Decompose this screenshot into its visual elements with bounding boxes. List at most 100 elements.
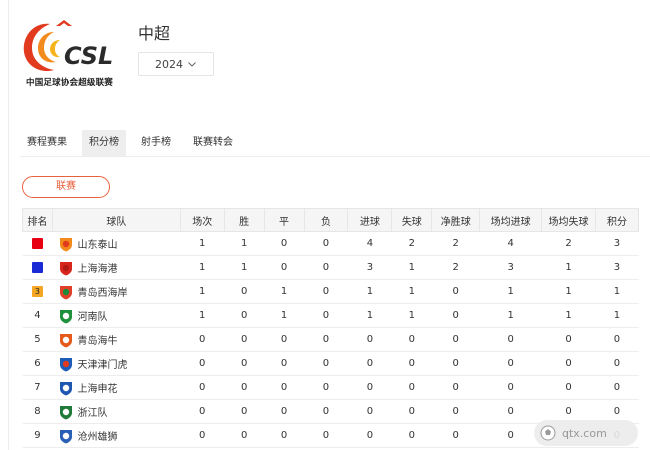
- cell-played: 0: [180, 351, 225, 376]
- season-select[interactable]: 2024: [138, 52, 214, 76]
- cell-team[interactable]: 上海海港: [52, 255, 181, 280]
- csl-emblem-icon: CSL: [23, 20, 113, 72]
- table-row[interactable]: 4 河南队 1 0 1 0 1 1 0 1 1 1: [22, 303, 639, 328]
- cell-team[interactable]: 沧州雄狮: [52, 423, 181, 448]
- tab-scorers[interactable]: 射手榜: [134, 130, 178, 156]
- cell-wins: 1: [224, 255, 265, 280]
- col-header-goals-for: 进球: [347, 208, 393, 232]
- cell-losses: 0: [304, 375, 348, 400]
- tab-schedule[interactable]: 赛程赛果: [20, 130, 74, 156]
- cell-avg-goals-against: 0: [541, 351, 596, 376]
- cell-team[interactable]: 上海申花: [52, 375, 181, 400]
- cell-goal-diff: 0: [431, 303, 480, 328]
- team-name[interactable]: 天津津门虎: [77, 356, 127, 371]
- league-filter-button[interactable]: 联赛: [22, 176, 110, 198]
- cell-losses: 0: [304, 399, 348, 424]
- cell-team[interactable]: 河南队: [52, 303, 181, 328]
- table-row[interactable]: 3 青岛西海岸 1 0 1 0 1 1 0 1 1 1: [22, 279, 639, 304]
- cell-played: 1: [180, 255, 225, 280]
- cell-goals-for: 0: [347, 399, 392, 424]
- cell-goals-against: 0: [391, 327, 432, 352]
- team-name[interactable]: 青岛西海岸: [77, 284, 127, 299]
- col-header-avg-goals-for: 场均进球: [479, 208, 543, 232]
- rank-value: 8: [34, 406, 41, 417]
- cell-avg-goals-for: 0: [479, 423, 542, 448]
- cell-rank: 5: [22, 327, 53, 352]
- cell-team[interactable]: 青岛西海岸: [52, 279, 181, 304]
- left-divider: [8, 0, 9, 450]
- rank-badge: 1: [31, 238, 43, 249]
- tab-transfers[interactable]: 联赛转会: [186, 130, 240, 156]
- cell-rank: 7: [22, 375, 53, 400]
- cell-losses: 0: [304, 423, 348, 448]
- cell-avg-goals-against: 1: [541, 303, 596, 328]
- team-name[interactable]: 河南队: [77, 308, 107, 323]
- season-value: 2024: [155, 57, 183, 71]
- cell-points: 0: [595, 351, 639, 376]
- xihaian-crest-icon: [60, 285, 73, 299]
- hainiu-crest-icon: [60, 333, 73, 347]
- team-name[interactable]: 上海申花: [77, 380, 117, 395]
- cell-draws: 0: [264, 423, 305, 448]
- table-row[interactable]: 6 天津津门虎 0 0 0 0 0 0 0 0 0 0: [22, 351, 639, 376]
- cell-points: 0: [595, 375, 639, 400]
- cell-draws: 0: [264, 255, 305, 280]
- chevron-down-icon: [188, 62, 196, 67]
- logo-subtitle: 中国足球协会超级联赛: [26, 78, 114, 88]
- rank-value: 6: [34, 358, 41, 369]
- cell-goals-for: 1: [347, 303, 392, 328]
- cell-team[interactable]: 浙江队: [52, 399, 181, 424]
- cell-goals-against: 0: [391, 423, 432, 448]
- cell-goal-diff: 0: [431, 399, 480, 424]
- team-name[interactable]: 上海海港: [77, 260, 117, 275]
- cell-rank: 1: [22, 231, 53, 256]
- team-name[interactable]: 青岛海牛: [77, 332, 117, 347]
- cell-team[interactable]: 天津津门虎: [52, 351, 181, 376]
- cell-rank: 8: [22, 399, 53, 424]
- cell-avg-goals-for: 3: [479, 255, 542, 280]
- col-header-rank: 排名: [22, 208, 53, 232]
- cell-draws: 0: [264, 351, 305, 376]
- table-row[interactable]: 2 上海海港 1 1 0 0 3 1 2 3 1 3: [22, 255, 639, 280]
- tab-standings[interactable]: 积分榜: [82, 130, 126, 156]
- cell-goals-against: 2: [391, 231, 432, 256]
- team-name[interactable]: 山东泰山: [77, 236, 117, 251]
- col-header-played: 场次: [179, 208, 225, 232]
- col-header-points: 积分: [594, 208, 640, 232]
- cell-played: 1: [180, 303, 225, 328]
- ball-icon: [540, 425, 556, 441]
- col-header-goal-diff: 净胜球: [431, 208, 481, 232]
- col-header-avg-goals-against: 场均失球: [541, 208, 596, 232]
- logo-text: CSL: [64, 42, 113, 70]
- table-row[interactable]: 7 上海申花 0 0 0 0 0 0 0 0 0 0: [22, 375, 639, 400]
- cell-rank: 2: [22, 255, 53, 280]
- cell-goals-against: 0: [391, 375, 432, 400]
- cell-team[interactable]: 山东泰山: [52, 231, 181, 256]
- cell-wins: 0: [224, 303, 265, 328]
- cell-losses: 0: [304, 255, 348, 280]
- cell-goals-against: 1: [391, 255, 432, 280]
- cell-played: 0: [180, 375, 225, 400]
- cell-goals-against: 1: [391, 303, 432, 328]
- watermark-text: qtx.com: [562, 426, 607, 440]
- team-name[interactable]: 浙江队: [77, 404, 107, 419]
- cell-wins: 1: [224, 231, 265, 256]
- taishan-crest-icon: [60, 237, 73, 251]
- watermark: qtx.com: [534, 420, 638, 446]
- cell-wins: 0: [224, 423, 265, 448]
- cell-wins: 0: [224, 279, 265, 304]
- cell-goal-diff: 0: [431, 327, 480, 352]
- col-header-goals-against: 失球: [391, 208, 433, 232]
- cell-goals-against: 1: [391, 279, 432, 304]
- cell-goals-for: 0: [347, 351, 392, 376]
- rank-value: 4: [34, 310, 41, 321]
- cell-played: 0: [180, 399, 225, 424]
- table-row[interactable]: 1 山东泰山 1 1 0 0 4 2 2 4 2 3: [22, 231, 639, 256]
- cell-losses: 0: [304, 279, 348, 304]
- table-header-row: 排名 球队 场次 胜 平 负 进球 失球 净胜球 场均进球 场均失球 积分: [22, 208, 640, 232]
- table-row[interactable]: 5 青岛海牛 0 0 0 0 0 0 0 0 0 0: [22, 327, 639, 352]
- cell-wins: 0: [224, 375, 265, 400]
- cell-team[interactable]: 青岛海牛: [52, 327, 181, 352]
- team-name[interactable]: 沧州雄狮: [77, 428, 117, 443]
- cell-played: 1: [180, 279, 225, 304]
